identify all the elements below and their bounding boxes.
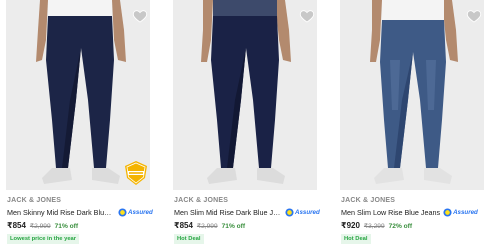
- assured-label: Assured: [453, 209, 478, 216]
- product-brand: JACK & JONES: [341, 197, 396, 204]
- heart-icon[interactable]: [132, 8, 148, 24]
- deal-tag: Lowest price in the year: [7, 234, 80, 244]
- price-row: ₹854 ₹2,999 71% off: [174, 221, 245, 230]
- product-title[interactable]: Men Skinny Mid Rise Dark Blue ...: [7, 208, 115, 217]
- product-brand: JACK & JONES: [7, 197, 62, 204]
- discount-percent: 71% off: [54, 223, 79, 230]
- product-image[interactable]: [173, 0, 317, 190]
- deal-tag: Hot Deal: [174, 234, 204, 244]
- jeans-model-image: [173, 0, 317, 190]
- price-row: ₹920 ₹3,299 72% off: [341, 221, 412, 230]
- assured-badge: Assured: [285, 208, 320, 217]
- assured-icon: [285, 208, 294, 217]
- product-title[interactable]: Men Slim Low Rise Blue Jeans: [341, 208, 440, 217]
- product-card[interactable]: JACK & JONES Men Slim Mid Rise Dark Blue…: [173, 0, 333, 247]
- assured-badge: Assured: [118, 208, 153, 217]
- assured-label: Assured: [295, 209, 320, 216]
- selling-price: ₹854: [7, 221, 26, 230]
- assured-icon: [443, 208, 452, 217]
- product-image[interactable]: [340, 0, 484, 190]
- original-price: ₹2,999: [29, 223, 51, 230]
- selling-price: ₹854: [174, 221, 193, 230]
- jeans-model-image: [340, 0, 484, 190]
- original-price: ₹3,299: [363, 223, 385, 230]
- assured-label: Assured: [128, 209, 153, 216]
- assured-icon: [118, 208, 127, 217]
- product-card[interactable]: JACK & JONES Men Slim Low Rise Blue Jean…: [340, 0, 500, 247]
- product-title-row[interactable]: Men Skinny Mid Rise Dark Blue ... Assure…: [7, 207, 167, 218]
- product-title-row[interactable]: Men Slim Mid Rise Dark Blue Je... Assure…: [174, 207, 334, 218]
- discount-percent: 72% off: [388, 223, 413, 230]
- product-brand: JACK & JONES: [174, 197, 229, 204]
- deal-tag: Hot Deal: [341, 234, 371, 244]
- product-title[interactable]: Men Slim Mid Rise Dark Blue Je...: [174, 208, 282, 217]
- heart-icon[interactable]: [299, 8, 315, 24]
- selling-price: ₹920: [341, 221, 360, 230]
- original-price: ₹2,999: [196, 223, 218, 230]
- assured-badge: Assured: [443, 208, 478, 217]
- brand-badge-icon: [125, 161, 147, 185]
- product-title-row[interactable]: Men Slim Low Rise Blue Jeans Assured: [341, 207, 500, 218]
- price-row: ₹854 ₹2,999 71% off: [7, 221, 78, 230]
- heart-icon[interactable]: [466, 8, 482, 24]
- product-card[interactable]: JACK & JONES Men Skinny Mid Rise Dark Bl…: [6, 0, 166, 247]
- discount-percent: 71% off: [221, 223, 246, 230]
